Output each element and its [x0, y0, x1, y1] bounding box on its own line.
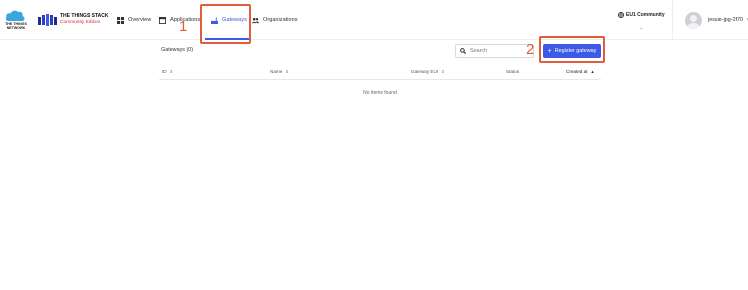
search-input[interactable] [470, 48, 530, 54]
people-icon [252, 17, 259, 23]
network-selector[interactable]: EU1 Community ⌄ [618, 12, 668, 34]
sort-icon: ⇕ [169, 69, 173, 74]
top-navigation-bar: THE THINGS NETWORK THE THINGS STACK Comm… [0, 0, 748, 40]
cloud-icon [5, 10, 25, 21]
user-avatar-icon [685, 11, 702, 29]
table-header: ID ⇕ Name ⇕ Gateway EUI ⇕ Status Created at… [159, 64, 601, 80]
column-header-status: Status [506, 69, 520, 74]
things-stack-mark-icon [38, 14, 57, 26]
column-header-gateway-eui[interactable]: Gateway EUI ⇕ [411, 69, 444, 74]
column-header-created-at[interactable]: Created at ▲ [566, 69, 594, 74]
sort-ascending-icon: ▲ [590, 69, 595, 74]
callout-highlight-register [539, 36, 605, 63]
search-field[interactable] [455, 44, 534, 58]
nav-overview[interactable]: Overview [117, 14, 151, 26]
column-header-id[interactable]: ID ⇕ [162, 69, 173, 74]
callout-number-2: 2 [526, 41, 535, 58]
callout-number-1: 1 [179, 18, 188, 35]
stack-name: THE THINGS STACK [60, 13, 109, 19]
stack-edition: Community Edition [60, 20, 101, 25]
ttn-logo[interactable]: THE THINGS NETWORK [3, 8, 27, 34]
username: jessie-jpg-2f70 [708, 17, 744, 23]
web-window-icon [159, 16, 166, 24]
chevron-down-icon: ⌄ [639, 25, 644, 31]
network-label: EU1 Community [626, 12, 665, 18]
sort-icon: ⇕ [285, 69, 289, 74]
nav-organizations-label: Organizations [263, 17, 298, 23]
gateways-table: ID ⇕ Name ⇕ Gateway EUI ⇕ Status Created at… [159, 64, 601, 106]
user-menu[interactable]: jessie-jpg-2f70 ▾ [685, 11, 748, 29]
sort-icon: ⇕ [441, 69, 445, 74]
dashboard-icon [117, 16, 124, 24]
header-divider [672, 0, 673, 40]
column-header-name[interactable]: Name ⇕ [270, 69, 289, 74]
ttn-logo-text: THE THINGS NETWORK [5, 22, 27, 30]
nav-organizations[interactable]: Organizations [252, 14, 298, 26]
globe-icon [618, 12, 624, 18]
callout-highlight-gateways [200, 4, 251, 44]
search-icon [460, 48, 466, 54]
empty-state-message: No items found [363, 90, 397, 96]
page-title: Gateways (0) [161, 47, 194, 53]
nav-overview-label: Overview [128, 17, 152, 23]
